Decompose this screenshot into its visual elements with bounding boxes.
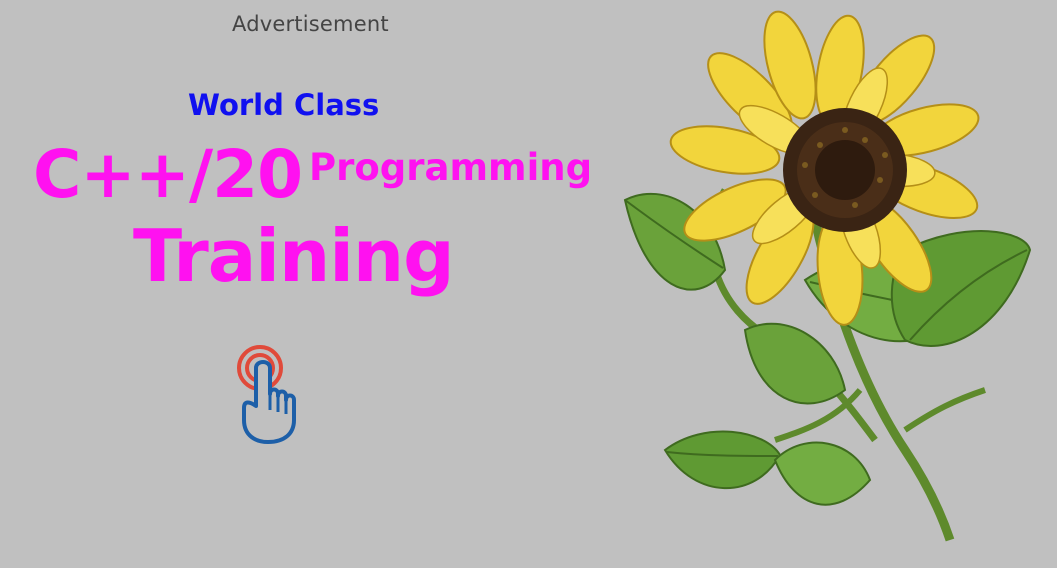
sunflower-image	[623, 10, 1032, 542]
ad-banner-link[interactable]: World Class C++/20 Programming Training	[0, 0, 1057, 568]
ad-subheading: World Class	[188, 88, 380, 122]
ad-headline-cpp: C++/20	[33, 136, 303, 213]
tap-hand-icon[interactable]	[232, 344, 304, 446]
ad-headline-training: Training	[133, 214, 455, 298]
ad-headline-programming: Programming	[309, 146, 593, 189]
